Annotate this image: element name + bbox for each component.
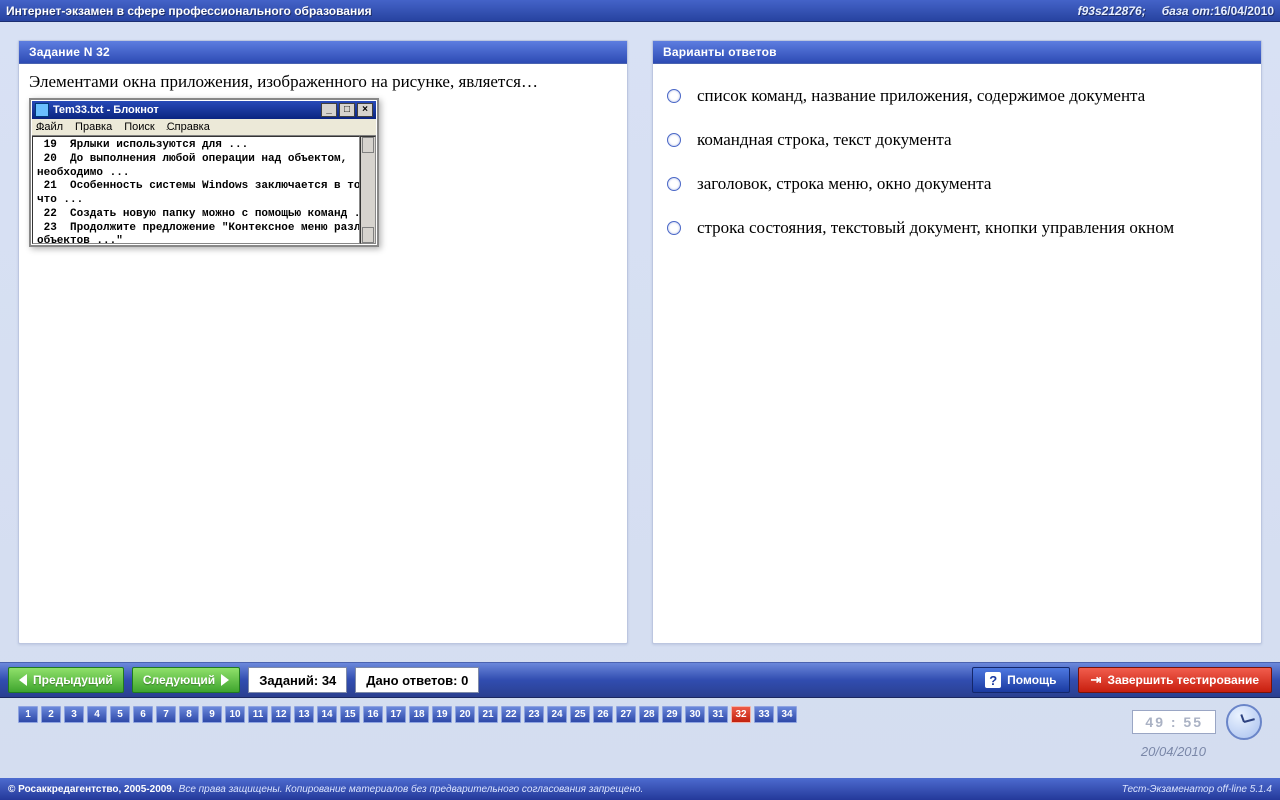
- pager-cell[interactable]: 9: [202, 706, 222, 723]
- pager-cell[interactable]: 29: [662, 706, 682, 723]
- app-version: Тест-Экзаменатор off-line 5.1.4: [1122, 784, 1272, 795]
- answered-count: Дано ответов: 0: [355, 667, 479, 693]
- db-date: база от:16/04/2010: [1162, 4, 1274, 18]
- tasks-count: Заданий: 34: [248, 667, 347, 693]
- pager-cell[interactable]: 7: [156, 706, 176, 723]
- answer-text: список команд, название приложения, соде…: [697, 86, 1145, 106]
- pager-cell[interactable]: 11: [248, 706, 268, 723]
- navigation-bar: Предыдущий Следующий Заданий: 34 Дано от…: [0, 662, 1280, 698]
- finish-button[interactable]: ⇥ Завершить тестирование: [1078, 667, 1272, 693]
- pager-cell[interactable]: 2: [41, 706, 61, 723]
- close-icon: ×: [357, 103, 373, 117]
- pager-cell[interactable]: 22: [501, 706, 521, 723]
- pager-cell[interactable]: 17: [386, 706, 406, 723]
- pager-cell[interactable]: 1: [18, 706, 38, 723]
- clock-area: 49 : 55: [1132, 704, 1262, 740]
- pager-cell[interactable]: 10: [225, 706, 245, 723]
- help-button[interactable]: ? Помощь: [972, 667, 1069, 693]
- exit-icon: ⇥: [1091, 672, 1102, 688]
- maximize-icon: □: [339, 103, 355, 117]
- menu-help: Справка: [167, 121, 210, 133]
- radio-icon[interactable]: [667, 89, 681, 103]
- answer-text: строка состояния, текстовый документ, кн…: [697, 218, 1174, 238]
- pager-cell[interactable]: 21: [478, 706, 498, 723]
- pager-cell[interactable]: 33: [754, 706, 774, 723]
- notepad-icon: [35, 103, 49, 117]
- answer-option[interactable]: строка состояния, текстовый документ, кн…: [663, 206, 1251, 250]
- pager-cell[interactable]: 25: [570, 706, 590, 723]
- main-area: Задание N 32 Элементами окна приложения,…: [0, 22, 1280, 662]
- session-id: f93s212876;: [1078, 4, 1146, 18]
- pager-cell[interactable]: 32: [731, 706, 751, 723]
- app-title: Интернет-экзамен в сфере профессионально…: [6, 4, 1078, 18]
- footer: © Росаккредагентство, 2005-2009. Все пра…: [0, 778, 1280, 800]
- answer-option[interactable]: список команд, название приложения, соде…: [663, 74, 1251, 118]
- time-remaining: 49 : 55: [1132, 710, 1216, 734]
- rights-text: Все права защищены. Копирование материал…: [179, 784, 644, 795]
- arrow-right-icon: [221, 674, 229, 686]
- notepad-menubar: Файл Правка Поиск Справка: [32, 119, 376, 136]
- pager-cell[interactable]: 4: [87, 706, 107, 723]
- pager-cell[interactable]: 18: [409, 706, 429, 723]
- menu-search: Поиск: [124, 121, 154, 133]
- answer-text: командная строка, текст документа: [697, 130, 952, 150]
- question-panel: Задание N 32 Элементами окна приложения,…: [18, 40, 628, 644]
- pager-cell[interactable]: 27: [616, 706, 636, 723]
- next-button[interactable]: Следующий: [132, 667, 240, 693]
- pager-cell[interactable]: 14: [317, 706, 337, 723]
- copyright: © Росаккредагентство, 2005-2009.: [8, 784, 175, 795]
- question-mark-icon: ?: [985, 672, 1001, 688]
- answer-text: заголовок, строка меню, окно документа: [697, 174, 991, 194]
- app-titlebar: Интернет-экзамен в сфере профессионально…: [0, 0, 1280, 22]
- notepad-textarea: 19 Ярлыки используются для ... 20 До вып…: [32, 136, 360, 244]
- answer-option[interactable]: командная строка, текст документа: [663, 118, 1251, 162]
- notepad-titlebar: Tem33.txt - Блокнот _ □ ×: [32, 101, 376, 119]
- notepad-caption: Tem33.txt - Блокнот: [53, 104, 321, 116]
- question-text: Элементами окна приложения, изображенног…: [29, 72, 617, 92]
- current-date: 20/04/2010: [1141, 744, 1206, 759]
- menu-edit: Правка: [75, 121, 112, 133]
- prev-button[interactable]: Предыдущий: [8, 667, 124, 693]
- pager-cell[interactable]: 31: [708, 706, 728, 723]
- pager-cell[interactable]: 8: [179, 706, 199, 723]
- scrollbar: [360, 136, 376, 244]
- radio-icon[interactable]: [667, 177, 681, 191]
- pager-cell[interactable]: 3: [64, 706, 84, 723]
- radio-icon[interactable]: [667, 221, 681, 235]
- pager-cell[interactable]: 15: [340, 706, 360, 723]
- arrow-left-icon: [19, 674, 27, 686]
- pager-cell[interactable]: 26: [593, 706, 613, 723]
- answers-panel: Варианты ответов список команд, название…: [652, 40, 1262, 644]
- question-panel-header: Задание N 32: [19, 41, 627, 64]
- pager-cell[interactable]: 20: [455, 706, 475, 723]
- embedded-notepad-window: Tem33.txt - Блокнот _ □ × Файл Правка По…: [29, 98, 379, 247]
- pager-cell[interactable]: 13: [294, 706, 314, 723]
- pager-cell[interactable]: 19: [432, 706, 452, 723]
- minimize-icon: _: [321, 103, 337, 117]
- pager-cell[interactable]: 28: [639, 706, 659, 723]
- pager-cell[interactable]: 12: [271, 706, 291, 723]
- pager: 1234567891011121314151617181920212223242…: [0, 698, 1280, 723]
- pager-cell[interactable]: 24: [547, 706, 567, 723]
- radio-icon[interactable]: [667, 133, 681, 147]
- menu-file: Файл: [36, 121, 63, 133]
- pager-cell[interactable]: 30: [685, 706, 705, 723]
- clock-icon: [1226, 704, 1262, 740]
- pager-cell[interactable]: 16: [363, 706, 383, 723]
- pager-cell[interactable]: 34: [777, 706, 797, 723]
- answer-option[interactable]: заголовок, строка меню, окно документа: [663, 162, 1251, 206]
- pager-cell[interactable]: 23: [524, 706, 544, 723]
- pager-cell[interactable]: 5: [110, 706, 130, 723]
- answers-panel-header: Варианты ответов: [653, 41, 1261, 64]
- pager-cell[interactable]: 6: [133, 706, 153, 723]
